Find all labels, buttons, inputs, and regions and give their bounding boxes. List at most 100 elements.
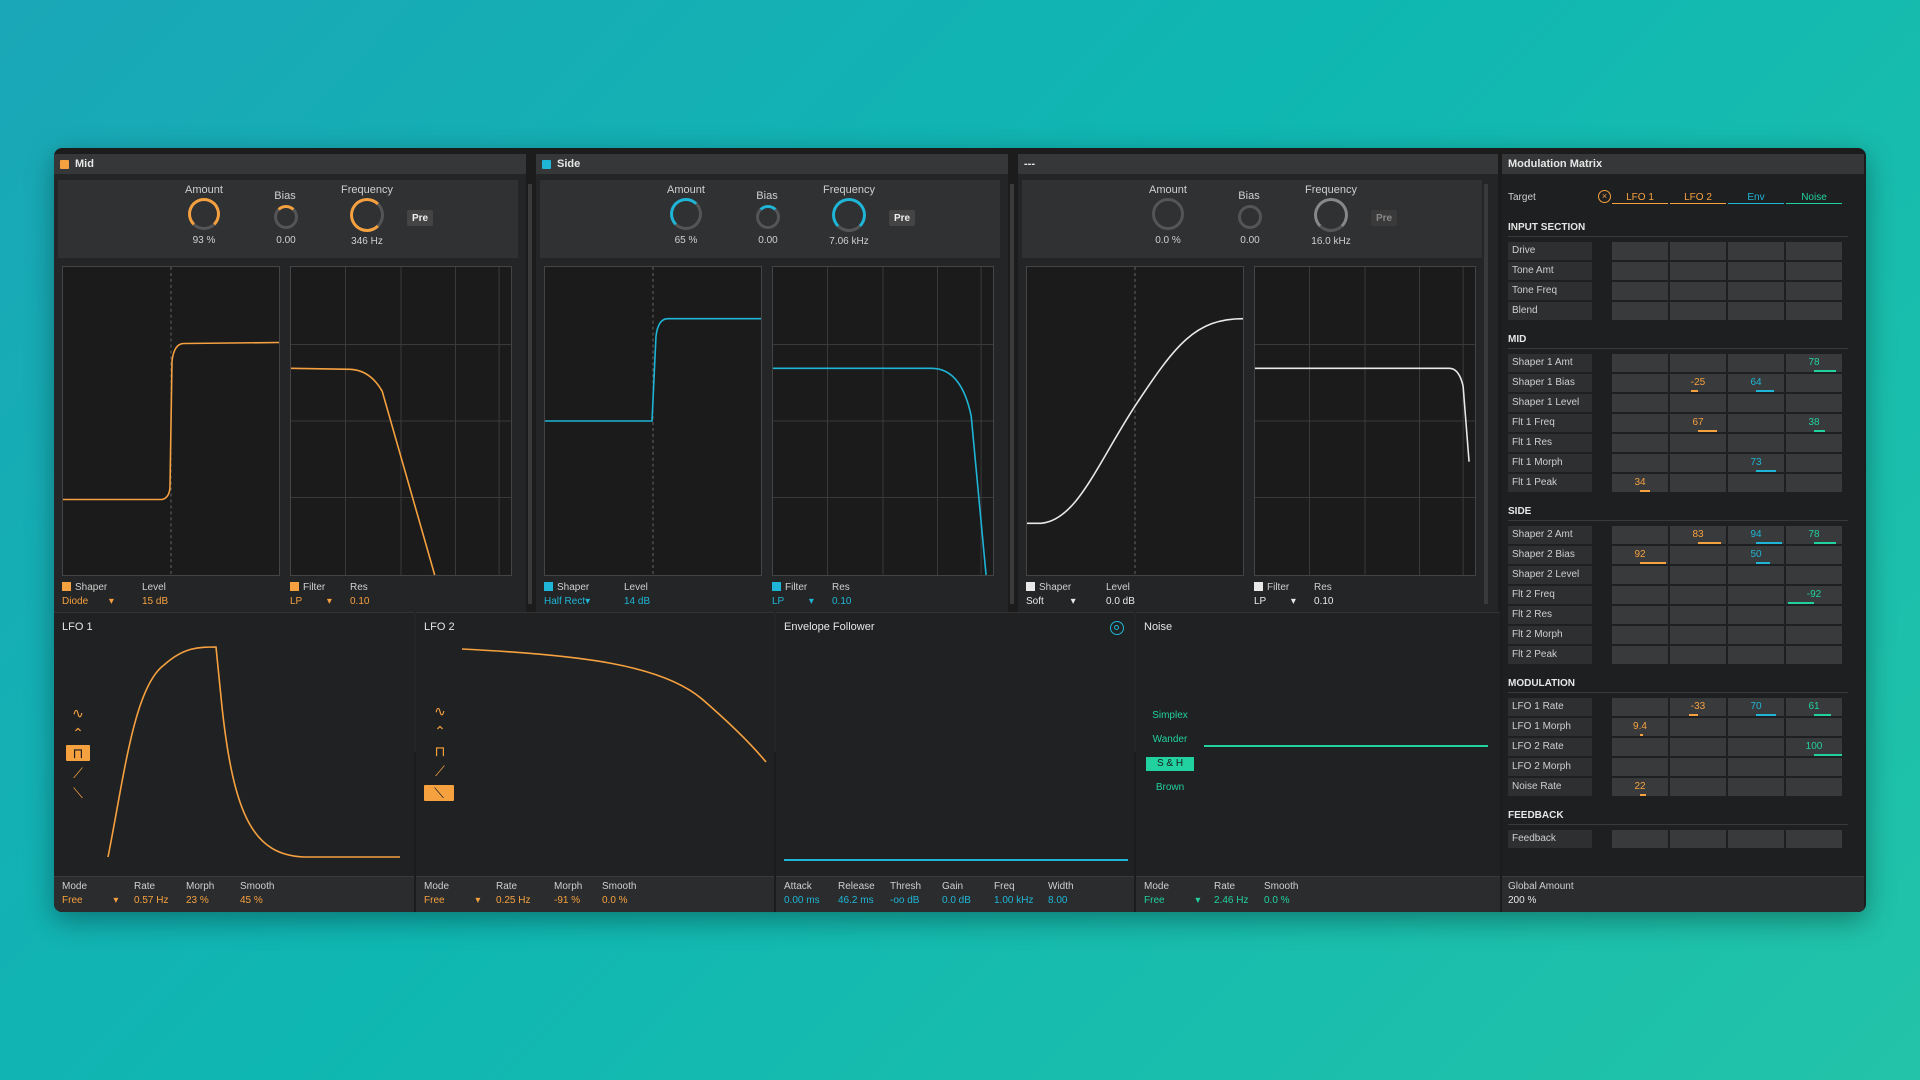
matrix-cell[interactable]	[1786, 718, 1842, 736]
side-filter-type-dropdown[interactable]: LP ▾	[772, 596, 814, 607]
matrix-cell[interactable]	[1786, 374, 1842, 392]
noise-type-simplex[interactable]: Simplex	[1146, 709, 1194, 723]
global-amount-value[interactable]: 200 %	[1508, 895, 1536, 906]
close-x-icon[interactable]: ×	[1598, 190, 1611, 203]
third-filter-type-dropdown[interactable]: LP ▾	[1254, 596, 1296, 607]
noise-type-brown[interactable]: Brown	[1146, 781, 1194, 795]
side-bias-knob[interactable]	[756, 205, 780, 229]
matrix-cell[interactable]	[1786, 646, 1842, 664]
matrix-cell[interactable]	[1670, 778, 1726, 796]
mid-amount-knob[interactable]	[188, 198, 220, 230]
env-freq-value[interactable]: 1.00 kHz	[994, 895, 1033, 906]
matrix-cell[interactable]	[1612, 262, 1668, 280]
noise-rate-value[interactable]: 2.46 Hz	[1214, 895, 1248, 906]
lfo1-rate-value[interactable]: 0.57 Hz	[134, 895, 168, 906]
matrix-cell[interactable]	[1728, 626, 1784, 644]
matrix-cell[interactable]	[1728, 718, 1784, 736]
matrix-cell[interactable]	[1670, 302, 1726, 320]
side-header[interactable]: Side	[536, 154, 1008, 174]
matrix-cell[interactable]	[1670, 830, 1726, 848]
matrix-cell[interactable]	[1786, 282, 1842, 300]
noise-smooth-value[interactable]: 0.0 %	[1264, 895, 1290, 906]
matrix-cell[interactable]	[1786, 758, 1842, 776]
matrix-cell[interactable]: -25	[1670, 374, 1726, 392]
third-frequency-knob[interactable]	[1314, 198, 1348, 232]
matrix-cell[interactable]	[1612, 738, 1668, 756]
matrix-cell[interactable]: 22	[1612, 778, 1668, 796]
saw-down-icon[interactable]: ⟍	[66, 785, 90, 801]
matrix-cell[interactable]	[1728, 354, 1784, 372]
matrix-cell[interactable]	[1612, 282, 1668, 300]
matrix-cell[interactable]: 38	[1786, 414, 1842, 432]
third-level-value[interactable]: 0.0 dB	[1106, 596, 1135, 607]
matrix-cell[interactable]	[1612, 566, 1668, 584]
matrix-cell[interactable]	[1728, 830, 1784, 848]
matrix-cell[interactable]	[1728, 414, 1784, 432]
matrix-cell[interactable]: 64	[1728, 374, 1784, 392]
triangle-wave-icon[interactable]: ⌃	[66, 725, 90, 741]
matrix-cell[interactable]	[1728, 262, 1784, 280]
matrix-cell[interactable]	[1670, 626, 1726, 644]
side-shaper-type-dropdown[interactable]: Half Rect▾	[544, 596, 590, 607]
matrix-cell[interactable]	[1728, 566, 1784, 584]
matrix-cell[interactable]: 34	[1612, 474, 1668, 492]
matrix-cell[interactable]	[1612, 374, 1668, 392]
matrix-cell[interactable]: 83	[1670, 526, 1726, 544]
matrix-cell[interactable]: 78	[1786, 526, 1842, 544]
matrix-cell[interactable]: 78	[1786, 354, 1842, 372]
noise-type-sh-selected[interactable]: S & H	[1146, 757, 1194, 771]
matrix-cell[interactable]	[1670, 546, 1726, 564]
matrix-cell[interactable]	[1670, 282, 1726, 300]
side-pre-button[interactable]: Pre	[889, 210, 915, 226]
matrix-cell[interactable]	[1670, 242, 1726, 260]
matrix-cell[interactable]: 67	[1670, 414, 1726, 432]
matrix-cell[interactable]	[1612, 830, 1668, 848]
matrix-cell[interactable]	[1612, 302, 1668, 320]
mid-res-value[interactable]: 0.10	[350, 596, 369, 607]
third-pre-button[interactable]: Pre	[1371, 210, 1397, 226]
matrix-column-env[interactable]: Env	[1728, 192, 1784, 204]
mid-header[interactable]: Mid	[54, 154, 526, 174]
matrix-cell[interactable]	[1728, 474, 1784, 492]
matrix-cell[interactable]	[1670, 718, 1726, 736]
matrix-cell[interactable]	[1670, 738, 1726, 756]
matrix-cell[interactable]: 92	[1612, 546, 1668, 564]
lfo2-morph-value[interactable]: -91 %	[554, 895, 580, 906]
matrix-cell[interactable]	[1786, 626, 1842, 644]
matrix-cell[interactable]	[1786, 778, 1842, 796]
mid-shaper-type-dropdown[interactable]: Diode ▾	[62, 596, 114, 607]
matrix-cell[interactable]	[1786, 262, 1842, 280]
matrix-cell[interactable]	[1786, 830, 1842, 848]
matrix-cell[interactable]	[1670, 474, 1726, 492]
matrix-cell[interactable]	[1612, 698, 1668, 716]
matrix-cell[interactable]	[1728, 242, 1784, 260]
matrix-cell[interactable]	[1670, 646, 1726, 664]
lfo1-morph-value[interactable]: 23 %	[186, 895, 209, 906]
env-thresh-value[interactable]: -oo dB	[890, 895, 919, 906]
matrix-column-noise[interactable]: Noise	[1786, 192, 1842, 204]
matrix-cell[interactable]	[1612, 606, 1668, 624]
matrix-cell[interactable]	[1612, 454, 1668, 472]
matrix-cell[interactable]	[1612, 394, 1668, 412]
env-gain-value[interactable]: 0.0 dB	[942, 895, 971, 906]
matrix-cell[interactable]	[1786, 454, 1842, 472]
side-frequency-knob[interactable]	[832, 198, 866, 232]
square-wave-icon[interactable]: ⊓	[66, 745, 90, 761]
matrix-cell[interactable]	[1786, 546, 1842, 564]
matrix-cell[interactable]	[1670, 262, 1726, 280]
sine-wave-icon[interactable]: ∿	[66, 705, 90, 721]
matrix-cell[interactable]	[1670, 606, 1726, 624]
matrix-cell[interactable]	[1728, 586, 1784, 604]
mid-frequency-knob[interactable]	[350, 198, 384, 232]
env-release-value[interactable]: 46.2 ms	[838, 895, 874, 906]
env-attack-value[interactable]: 0.00 ms	[784, 895, 820, 906]
mid-filter-type-dropdown[interactable]: LP ▾	[290, 596, 332, 607]
matrix-cell[interactable]	[1728, 394, 1784, 412]
matrix-cell[interactable]	[1612, 586, 1668, 604]
env-width-value[interactable]: 8.00	[1048, 895, 1067, 906]
matrix-cell[interactable]	[1786, 474, 1842, 492]
third-header[interactable]: ---	[1018, 154, 1498, 174]
third-amount-knob[interactable]	[1152, 198, 1184, 230]
matrix-cell[interactable]	[1786, 566, 1842, 584]
matrix-cell[interactable]	[1612, 242, 1668, 260]
